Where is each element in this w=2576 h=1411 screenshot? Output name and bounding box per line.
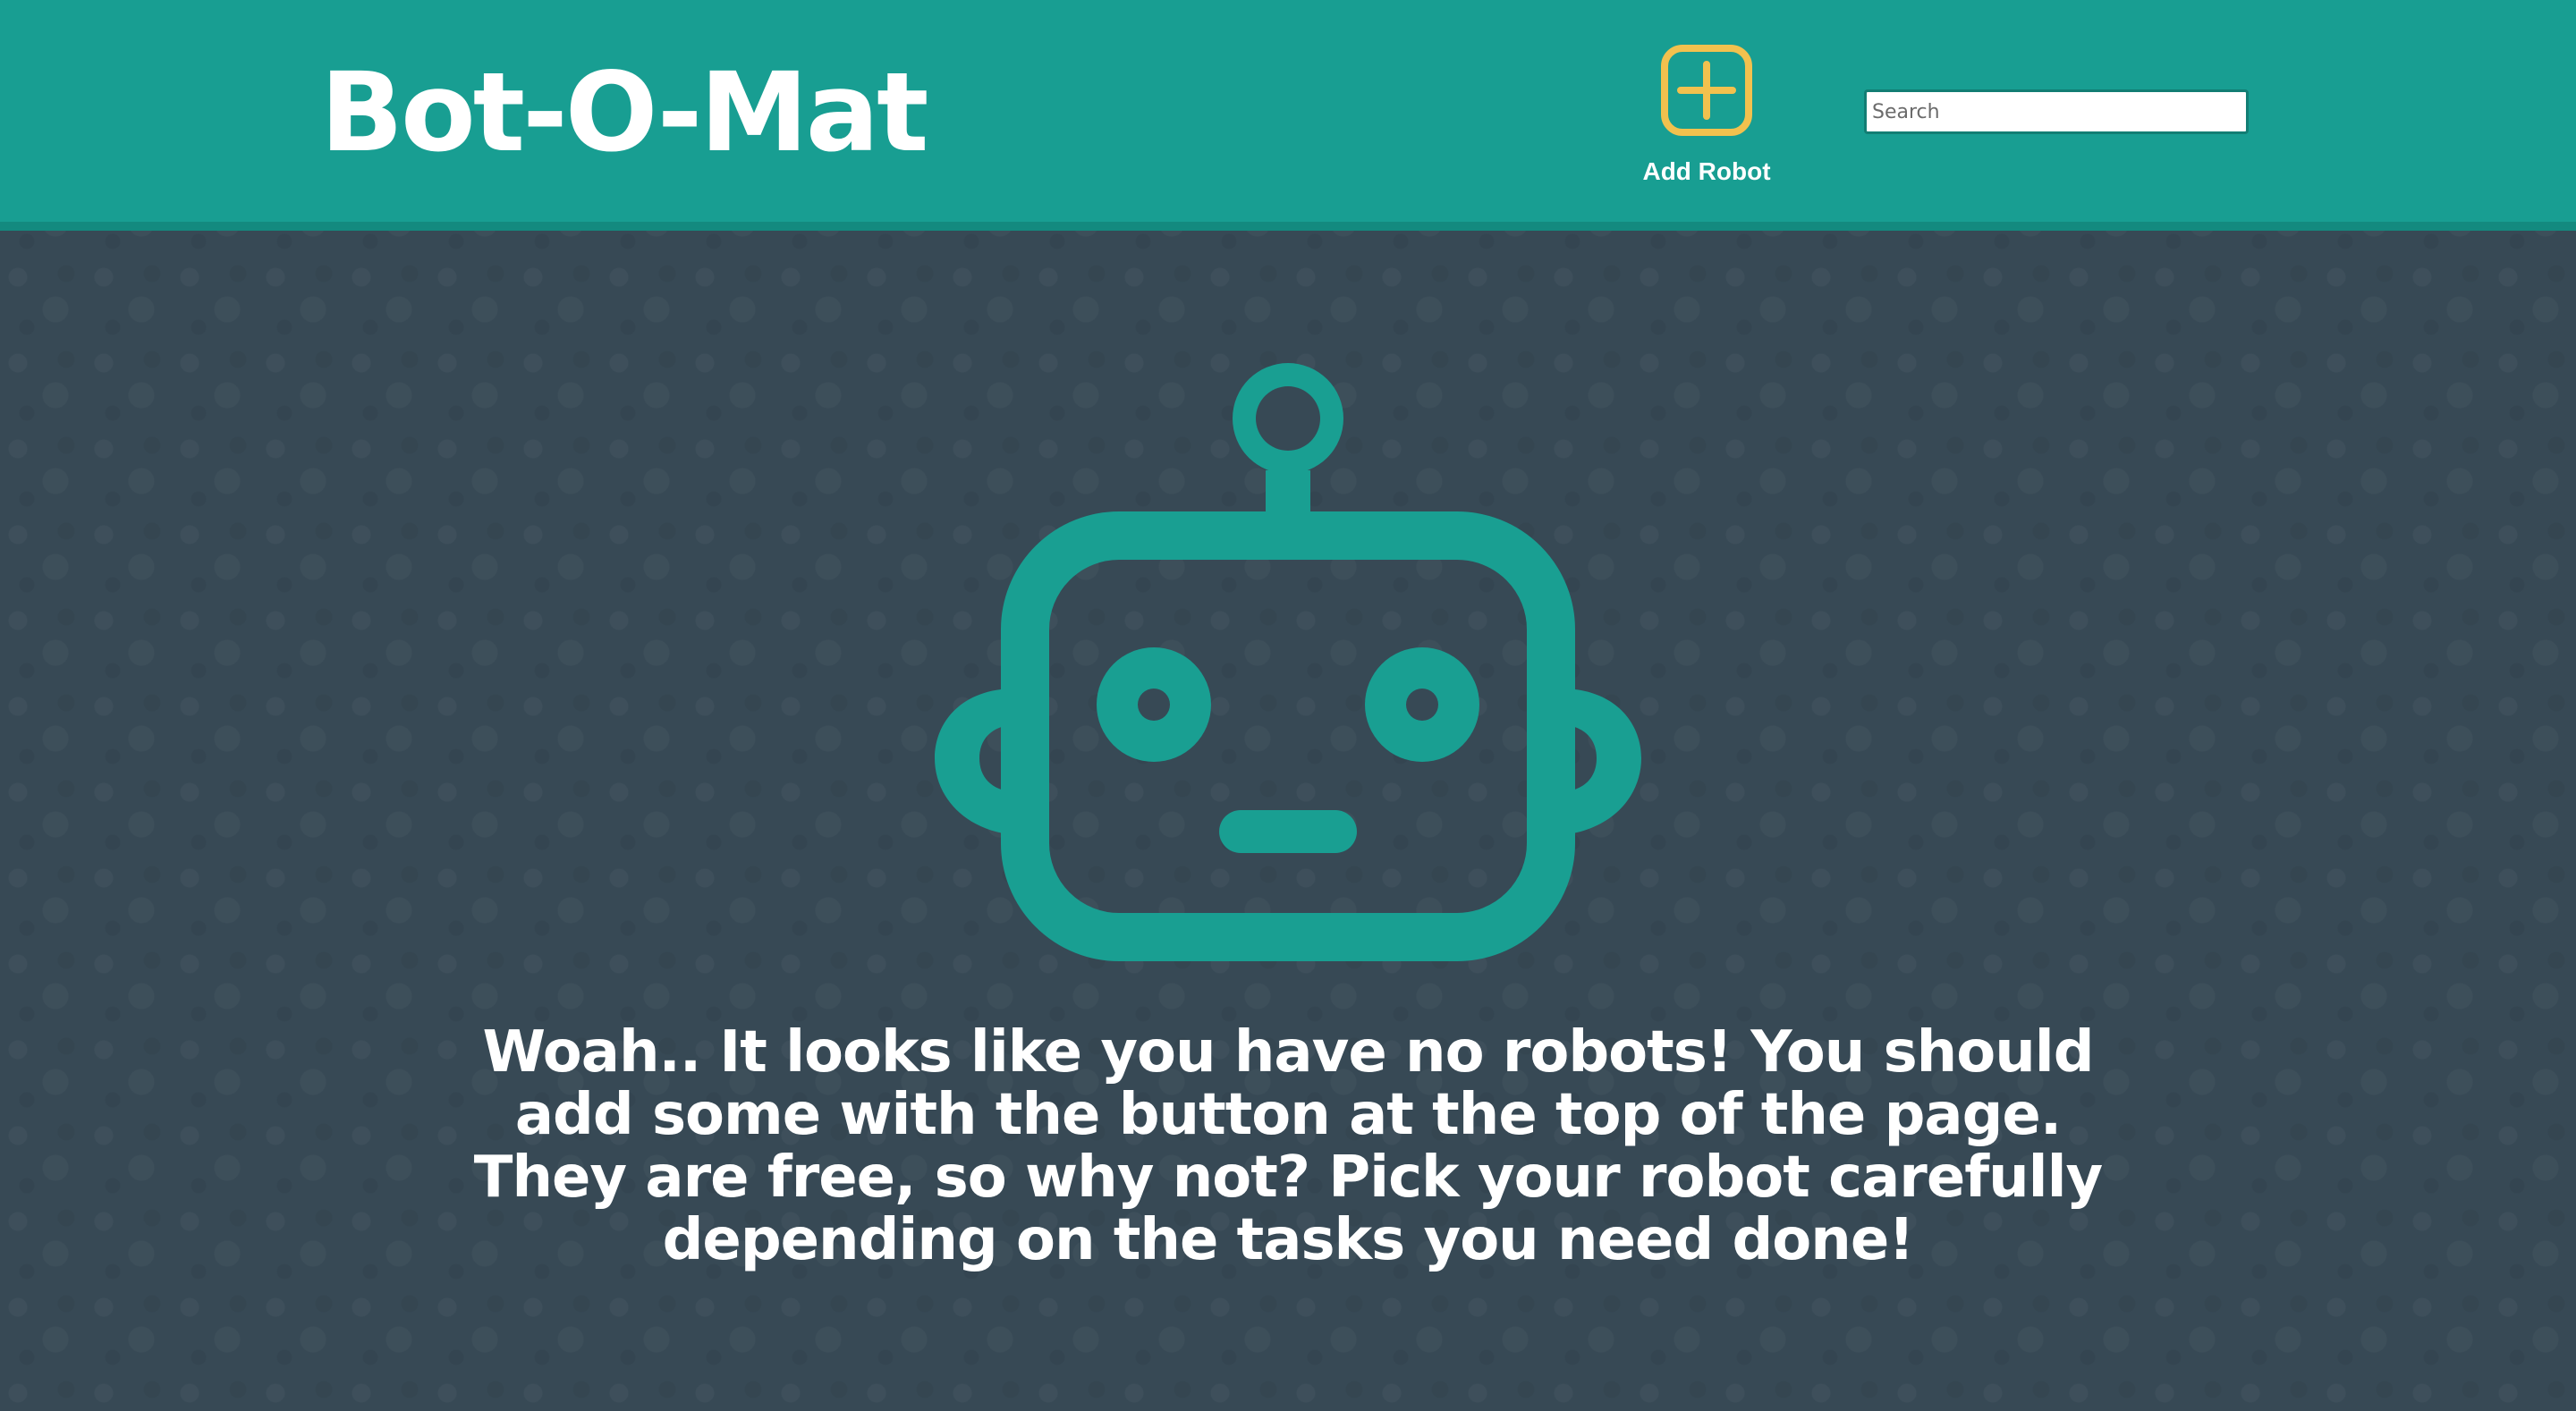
add-robot-label: Add Robot bbox=[1642, 157, 1771, 185]
robot-face-icon bbox=[935, 363, 1641, 961]
add-robot-button[interactable]: Add Robot bbox=[1628, 45, 1785, 188]
add-square-icon bbox=[1661, 45, 1752, 136]
search-input[interactable] bbox=[1864, 89, 2249, 134]
app-title: Bot-O-Mat bbox=[320, 49, 928, 176]
top-header: Bot-O-Mat Add Robot bbox=[0, 0, 2576, 231]
empty-state-message: Woah.. It looks like you have no robots!… bbox=[473, 1019, 2103, 1273]
